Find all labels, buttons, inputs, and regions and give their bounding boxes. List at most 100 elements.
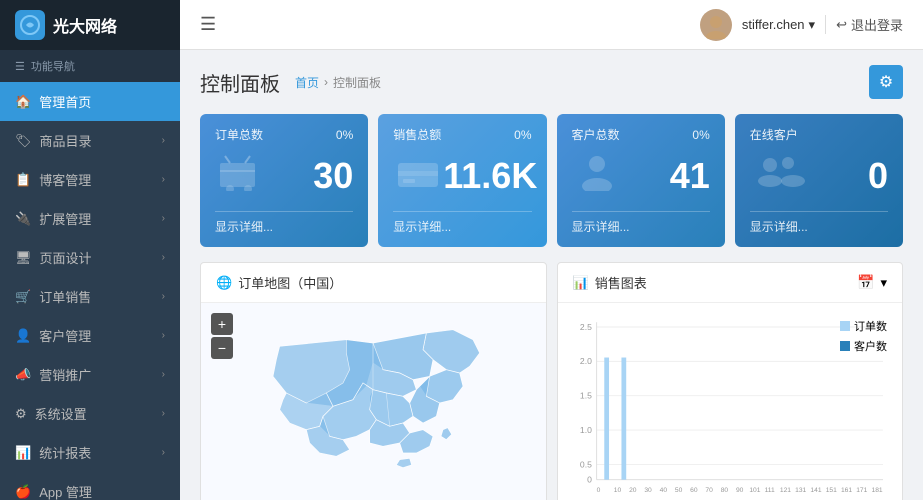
sidebar-label-page: 页面设计 <box>40 248 92 267</box>
header-left: ☰ <box>200 14 216 35</box>
stat-footer-customers[interactable]: 显示详细... <box>572 211 710 235</box>
sidebar-label-customers: 客户管理 <box>39 326 91 345</box>
page-header: 控制面板 首页 › 控制面板 ⚙ <box>200 65 903 99</box>
zoom-out-button[interactable]: − <box>211 337 233 359</box>
extend-icon: 🔌 <box>15 211 31 227</box>
legend-label-orders: 订单数 <box>854 318 887 334</box>
china-map-svg <box>228 313 518 500</box>
sidebar-item-settings[interactable]: ⚙ 系统设置 › <box>0 394 180 433</box>
panels-row: 🌐 订单地图（中国） + − <box>200 262 903 500</box>
stat-card-customers[interactable]: 客户总数 0% 41 显示详细... <box>557 114 725 247</box>
chevron-icon: › <box>162 135 165 146</box>
nav-title-text: 功能导航 <box>31 58 75 74</box>
stat-icon-sales <box>393 151 443 201</box>
stat-card-online[interactable]: 在线客户 0 显示详细... <box>735 114 903 247</box>
sidebar-item-products[interactable]: 🏷 商品目录 › <box>0 121 180 160</box>
settings-icon: ⚙ <box>15 406 27 422</box>
bar-orders-2 <box>621 358 626 480</box>
chevron-icon-2: › <box>162 174 165 185</box>
svg-text:0.5: 0.5 <box>579 459 591 469</box>
svg-text:60: 60 <box>690 487 698 494</box>
header: ☰ stiffer.chen ▾ ↩ 退出登录 <box>180 0 923 50</box>
svg-text:151: 151 <box>825 487 836 494</box>
map-icon: 🌐 <box>216 275 232 291</box>
svg-text:161: 161 <box>840 487 851 494</box>
breadcrumb-current: 控制面板 <box>333 74 381 91</box>
svg-text:171: 171 <box>856 487 867 494</box>
user-name[interactable]: stiffer.chen ▾ <box>742 17 815 33</box>
dropdown-arrow[interactable]: ▾ <box>880 275 887 291</box>
map-controls: + − <box>211 313 233 359</box>
sidebar: 光大网络 ☰ 功能导航 🏠 管理首页 🏷 商品目录 › 📋 博客管理 › <box>0 0 180 500</box>
calendar-icon[interactable]: 📅 <box>857 274 874 291</box>
content-area: 控制面板 首页 › 控制面板 ⚙ 订单总数 0% <box>180 50 923 500</box>
zoom-in-button[interactable]: + <box>211 313 233 335</box>
svg-text:40: 40 <box>659 487 667 494</box>
svg-text:0: 0 <box>596 487 600 494</box>
stat-percent-customers: 0% <box>692 128 709 142</box>
marketing-icon: 📣 <box>15 367 31 383</box>
sidebar-label-home: 管理首页 <box>39 92 91 111</box>
svg-text:131: 131 <box>795 487 806 494</box>
stat-label-customers: 客户总数 <box>572 126 620 143</box>
app-icon: 🍎 <box>15 484 31 500</box>
nav-title: ☰ 功能导航 <box>0 50 180 82</box>
sidebar-item-reports[interactable]: 📊 统计报表 › <box>0 433 180 472</box>
logo-icon <box>15 10 45 40</box>
stat-value-orders: 30 <box>313 155 353 197</box>
svg-text:1.0: 1.0 <box>579 425 591 435</box>
chart-panel-header: 📊 销售图表 📅 ▾ <box>558 263 903 303</box>
logo-text: 光大网络 <box>53 13 117 37</box>
sidebar-label-orders: 订单销售 <box>39 287 91 306</box>
sidebar-item-orders[interactable]: 🛒 订单销售 › <box>0 277 180 316</box>
chart-container: 订单数 客户数 <box>558 303 903 500</box>
sidebar-label-products: 商品目录 <box>40 131 92 150</box>
sidebar-label-settings: 系统设置 <box>35 404 87 423</box>
svg-text:90: 90 <box>735 487 743 494</box>
sidebar-item-marketing[interactable]: 📣 营销推广 › <box>0 355 180 394</box>
sidebar-item-customers[interactable]: 👤 客户管理 › <box>0 316 180 355</box>
chevron-icon-8: › <box>162 408 165 419</box>
svg-text:20: 20 <box>629 487 637 494</box>
home-icon: 🏠 <box>15 94 31 110</box>
sidebar-item-appmanage[interactable]: 🍎 App 管理 <box>0 472 180 500</box>
chevron-icon-5: › <box>162 291 165 302</box>
hamburger-button[interactable]: ☰ <box>200 14 216 35</box>
stat-footer-sales[interactable]: 显示详细... <box>393 211 531 235</box>
legend-label-customers: 客户数 <box>854 338 887 354</box>
legend-dot-customers <box>840 341 850 351</box>
sidebar-item-blog[interactable]: 📋 博客管理 › <box>0 160 180 199</box>
header-right: stiffer.chen ▾ ↩ 退出登录 <box>700 9 903 41</box>
svg-text:121: 121 <box>779 487 790 494</box>
svg-text:80: 80 <box>720 487 728 494</box>
stat-footer-orders[interactable]: 显示详细... <box>215 211 353 235</box>
stat-icon-orders <box>215 151 265 201</box>
bar-orders-1 <box>604 358 609 480</box>
sidebar-item-extend[interactable]: 🔌 扩展管理 › <box>0 199 180 238</box>
sidebar-item-home[interactable]: 🏠 管理首页 <box>0 82 180 121</box>
sidebar-label-blog: 博客管理 <box>39 170 91 189</box>
stat-value-sales: 11.6K <box>443 155 537 197</box>
orders-icon: 🛒 <box>15 289 31 305</box>
stat-card-sales[interactable]: 销售总额 0% 11.6K 显示详细... <box>378 114 546 247</box>
legend-customers: 客户数 <box>840 338 887 354</box>
stat-footer-online[interactable]: 显示详细... <box>750 211 888 235</box>
stat-icon-customers <box>572 151 622 201</box>
svg-text:111: 111 <box>764 487 774 494</box>
breadcrumb-separator: › <box>324 75 328 89</box>
settings-button[interactable]: ⚙ <box>869 65 903 99</box>
stat-card-orders[interactable]: 订单总数 0% 30 显示详细... <box>200 114 368 247</box>
breadcrumb-home[interactable]: 首页 <box>295 74 319 91</box>
sidebar-item-page[interactable]: 🖥 页面设计 › <box>0 238 180 277</box>
chevron-icon-6: › <box>162 330 165 341</box>
sidebar-label-reports: 统计报表 <box>39 443 91 462</box>
svg-text:70: 70 <box>705 487 713 494</box>
map-title: 订单地图（中国） <box>238 273 342 292</box>
sidebar-label-appmanage: App 管理 <box>39 482 92 500</box>
svg-text:2.5: 2.5 <box>579 322 591 332</box>
svg-text:10: 10 <box>613 487 621 494</box>
chart-legend: 订单数 客户数 <box>840 318 887 354</box>
sidebar-logo: 光大网络 <box>0 0 180 50</box>
stat-percent-sales: 0% <box>514 128 531 142</box>
logout-button[interactable]: ↩ 退出登录 <box>825 15 903 34</box>
